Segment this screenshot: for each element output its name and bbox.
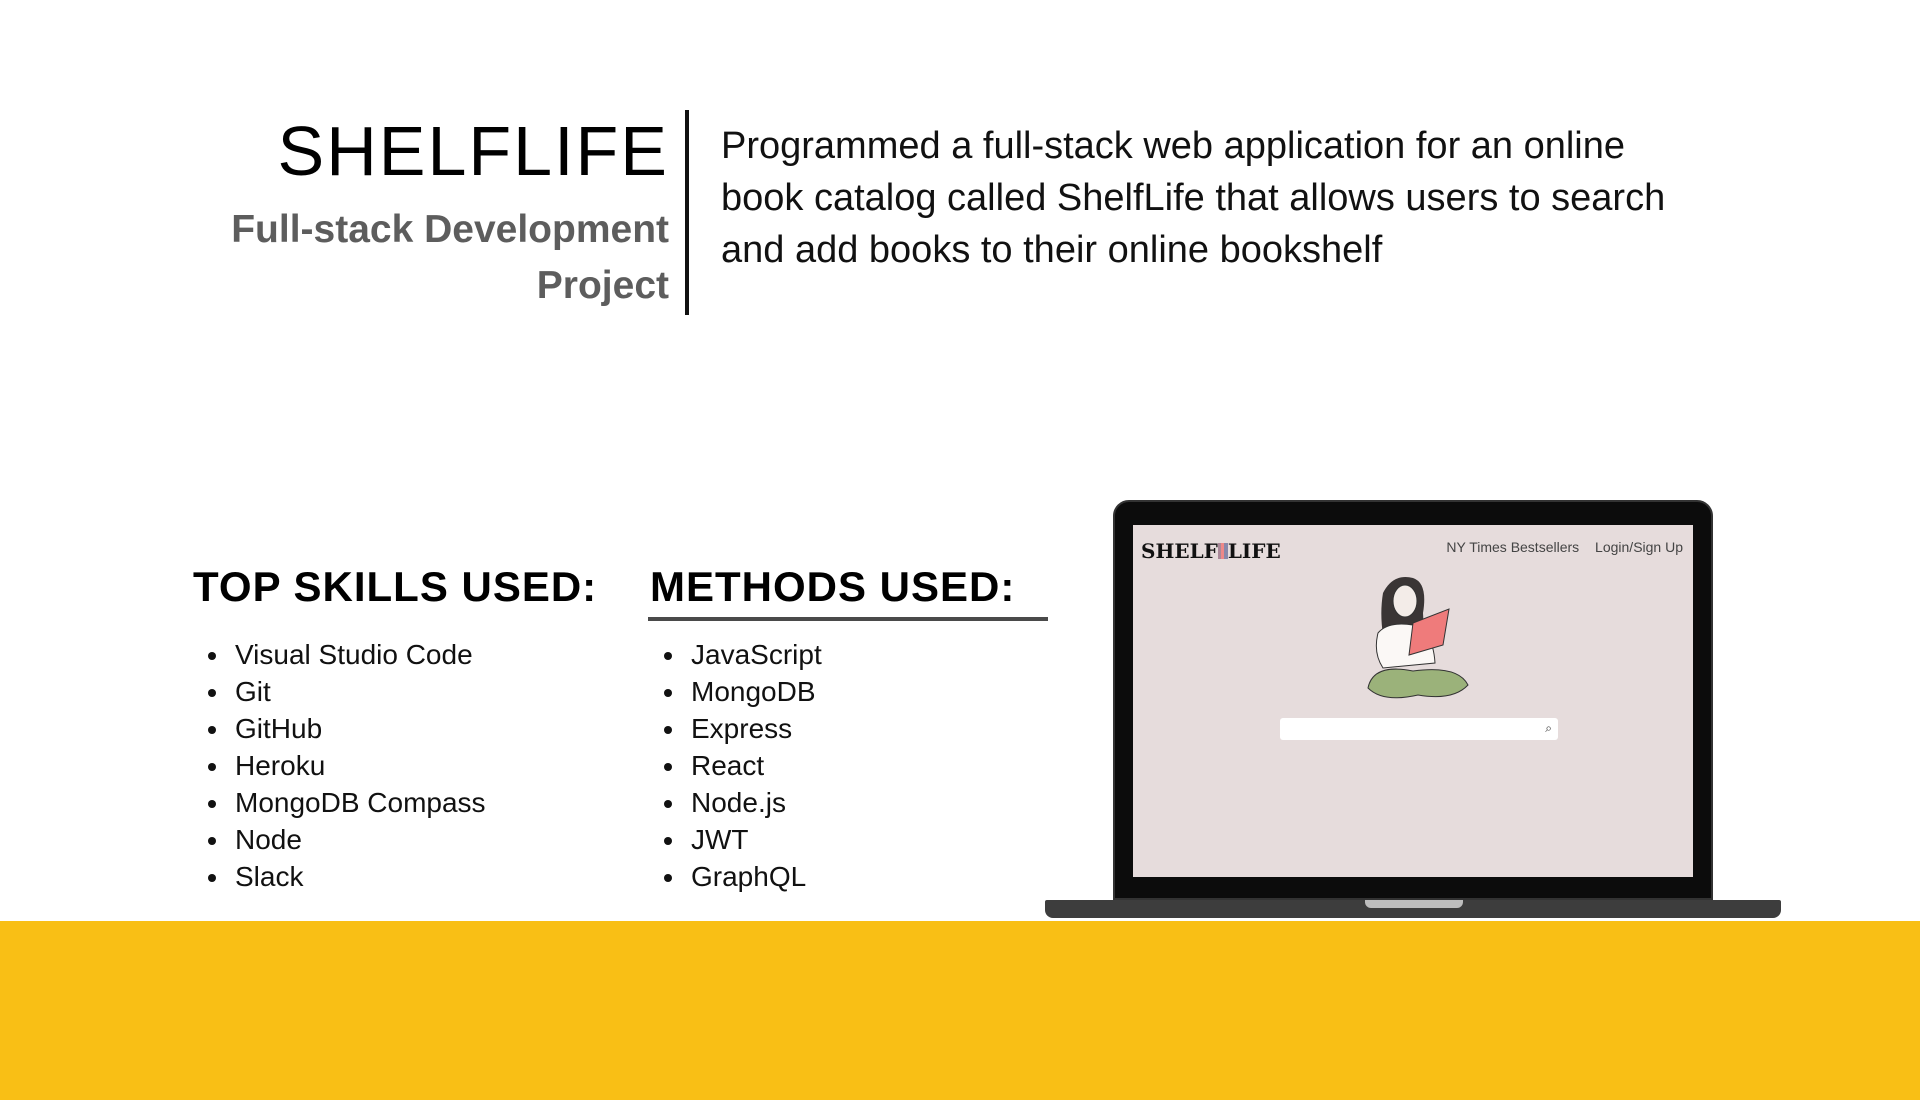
books-logo-icon xyxy=(1217,543,1228,559)
search-input[interactable]: ⌕ xyxy=(1280,718,1558,740)
list-item: Node.js xyxy=(687,784,822,821)
project-subtitle: Full-stack Development Project xyxy=(109,202,669,314)
list-item: MongoDB xyxy=(687,673,822,710)
project-description: Programmed a full-stack web application … xyxy=(721,125,1666,271)
subtitle-line-1: Full-stack Development xyxy=(231,208,669,251)
list-item: Heroku xyxy=(231,747,486,784)
logo-text-left: SHELF xyxy=(1141,539,1218,563)
project-title: SHELFLIFE xyxy=(277,112,669,190)
skills-list: Visual Studio Code Git GitHub Heroku Mon… xyxy=(195,636,486,895)
reading-girl-illustration xyxy=(1367,577,1469,699)
skills-heading: TOP SKILLS USED: xyxy=(193,563,598,610)
methods-underline xyxy=(648,617,1048,621)
list-item: Express xyxy=(687,710,822,747)
nav-link-login[interactable]: Login/Sign Up xyxy=(1595,539,1683,555)
subtitle-line-2: Project xyxy=(536,264,669,307)
list-item: JWT xyxy=(687,821,822,858)
project-header: SHELFLIFE Full-stack Development Project xyxy=(109,110,669,314)
list-item: GitHub xyxy=(231,710,486,747)
search-icon[interactable]: ⌕ xyxy=(1545,721,1552,736)
accent-footer-band xyxy=(0,921,1920,1100)
list-item: Node xyxy=(231,821,486,858)
list-item: Slack xyxy=(231,858,486,895)
list-item: JavaScript xyxy=(687,636,822,673)
app-screenshot: SHELF LIFE NY Times Bestsellers Login/Sig… xyxy=(1133,525,1693,877)
laptop-notch xyxy=(1365,900,1463,908)
list-item: GraphQL xyxy=(687,858,822,895)
nav-link-bestsellers[interactable]: NY Times Bestsellers xyxy=(1446,539,1579,555)
logo-text-right: LIFE xyxy=(1227,539,1281,563)
app-logo[interactable]: SHELF LIFE xyxy=(1141,539,1281,563)
list-item: Git xyxy=(231,673,486,710)
app-nav: NY Times Bestsellers Login/Sign Up xyxy=(1434,539,1683,555)
header-divider xyxy=(685,110,689,315)
list-item: Visual Studio Code xyxy=(231,636,486,673)
list-item: React xyxy=(687,747,822,784)
methods-heading: METHODS USED: xyxy=(650,563,1016,610)
list-item: MongoDB Compass xyxy=(231,784,486,821)
methods-list: JavaScript MongoDB Express React Node.js… xyxy=(651,636,822,895)
